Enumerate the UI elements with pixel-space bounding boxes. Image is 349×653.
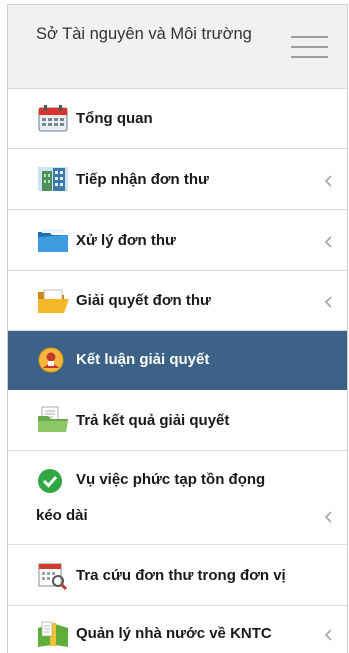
- sidebar-header: Sở Tài nguyên và Môi trường: [8, 5, 347, 89]
- sidebar-item-giai-quyet-don-thu[interactable]: Giải quyết đơn thư: [8, 271, 347, 331]
- sidebar-item-label: Quản lý nhà nước về KNTC: [76, 625, 272, 642]
- hamburger-icon[interactable]: [291, 33, 328, 63]
- book-icon: [38, 621, 68, 647]
- sidebar-item-tra-ket-qua-giai-quyet[interactable]: Trả kết quả giải quyết: [8, 390, 347, 451]
- sidebar-item-tiep-nhan-don-thu[interactable]: Tiếp nhận đơn thư: [8, 149, 347, 210]
- sidebar-item-label: Tổng quan: [76, 110, 153, 127]
- check-circle-icon: [38, 469, 62, 493]
- sidebar-item-tra-cuu-don-thu[interactable]: Tra cứu đơn thư trong đơn vị: [8, 545, 347, 606]
- sidebar-item-label: Tiếp nhận đơn thư: [76, 171, 209, 188]
- sidebar-item-label: Xử lý đơn thư: [76, 232, 176, 249]
- sidebar-item-label: Tra cứu đơn thư trong đơn vị: [76, 567, 286, 584]
- chevron-left-icon: [324, 629, 332, 641]
- chevron-left-icon: [324, 296, 332, 308]
- sidebar-item-tong-quan[interactable]: Tổng quan: [8, 89, 347, 149]
- chevron-left-icon: [324, 236, 332, 248]
- sidebar-item-xu-ly-don-thu[interactable]: Xử lý đơn thư: [8, 210, 347, 271]
- building-icon: [38, 167, 68, 191]
- calendar-icon: [38, 105, 68, 132]
- sidebar-item-label-continued: kéo dài: [36, 507, 88, 524]
- chevron-left-icon: [324, 511, 332, 523]
- calendar-search-icon: [38, 563, 68, 590]
- user-badge-icon: [38, 347, 64, 373]
- sidebar-item-label: Vụ việc phức tạp tồn đọng: [76, 471, 266, 488]
- blue-folder-icon: [38, 229, 68, 252]
- sidebar-item-label: Giải quyết đơn thư: [76, 292, 211, 309]
- sidebar-item-vu-viec-phuc-tap[interactable]: Vụ việc phức tạp tồn đọng kéo dài: [8, 451, 347, 545]
- sidebar-item-label: Trả kết quả giải quyết: [76, 412, 230, 429]
- organization-title: Sở Tài nguyên và Môi trường: [36, 25, 252, 43]
- folder-documents-icon: [38, 406, 68, 432]
- chevron-left-icon: [324, 175, 332, 187]
- sidebar-panel: Sở Tài nguyên và Môi trường Tổng quan Ti…: [7, 4, 348, 653]
- sidebar-item-label: Kết luận giải quyết: [76, 351, 210, 368]
- sidebar-item-ket-luan-giai-quyet[interactable]: Kết luận giải quyết: [8, 331, 347, 390]
- open-folder-icon: [38, 289, 69, 313]
- sidebar-item-quan-ly-nha-nuoc-kntc[interactable]: Quản lý nhà nước về KNTC: [8, 606, 347, 653]
